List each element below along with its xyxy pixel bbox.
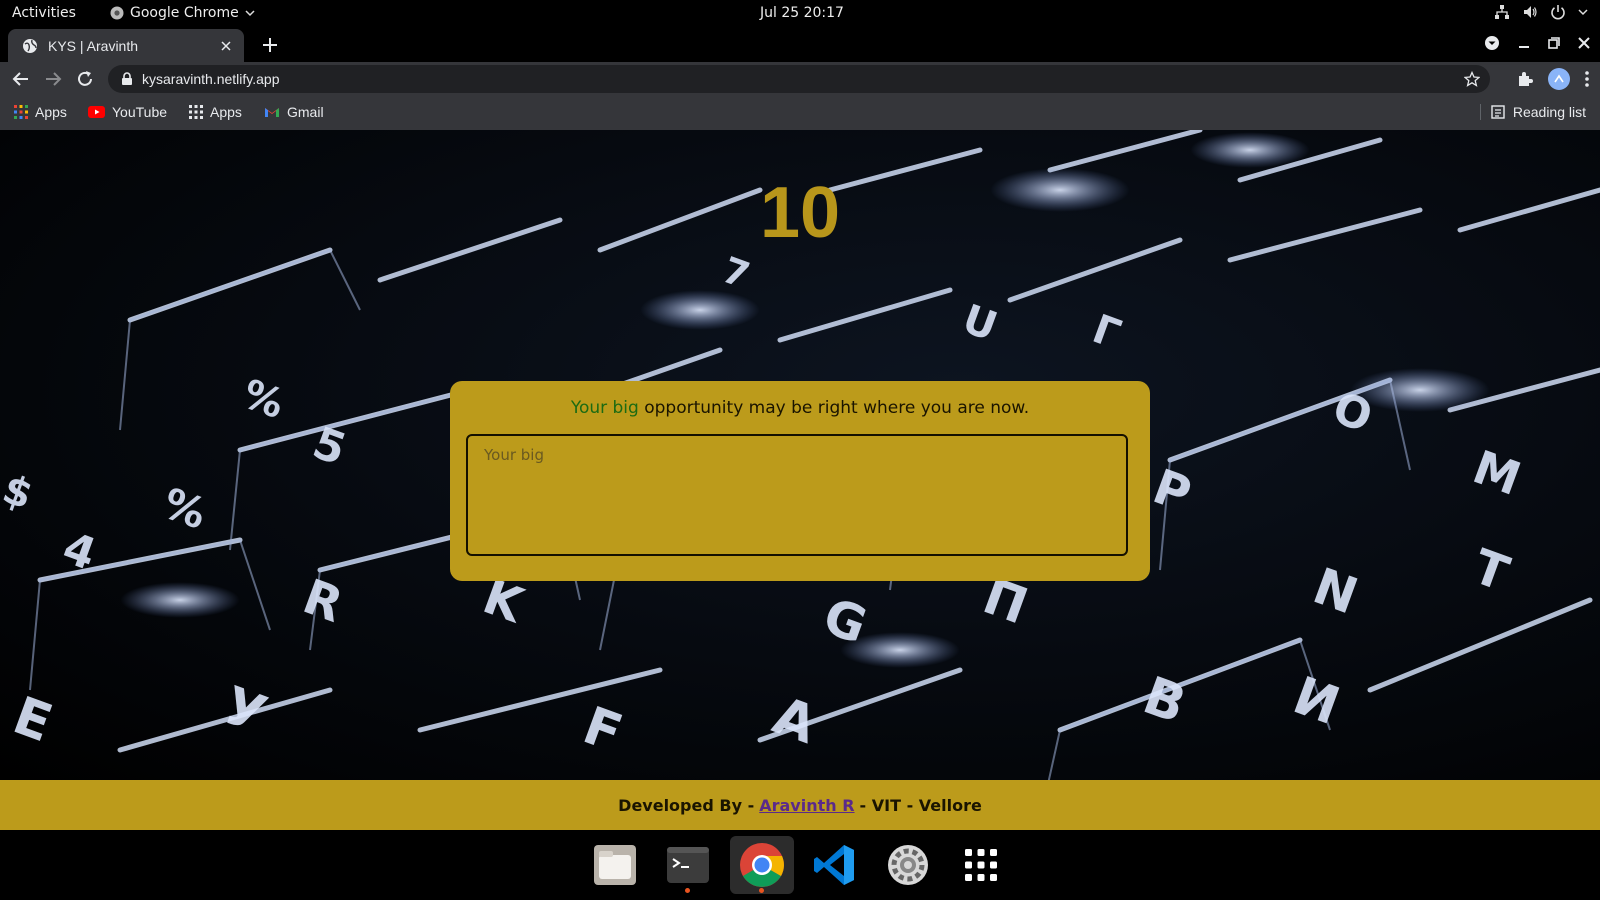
reading-list-icon — [1491, 105, 1505, 119]
profile-avatar[interactable] — [1548, 68, 1570, 90]
bookmark-label: Apps — [35, 104, 67, 120]
reading-list-button[interactable]: Reading list — [1479, 104, 1586, 120]
typing-input-text: Your big — [484, 446, 544, 464]
globe-icon — [23, 38, 37, 53]
svg-text:И: И — [1286, 666, 1347, 737]
url-text[interactable]: kysaravinth.netlify.app — [142, 71, 279, 87]
youtube-icon — [88, 106, 105, 118]
system-top-bar: Activities Google Chrome Jul 25 20:17 — [0, 0, 1600, 27]
more-menu-icon[interactable] — [1584, 70, 1590, 88]
close-window-icon[interactable] — [1578, 37, 1590, 49]
new-tab-icon[interactable] — [260, 35, 280, 55]
chevron-down-icon — [1578, 9, 1588, 16]
power-icon — [1551, 5, 1565, 20]
svg-text:P: P — [1146, 459, 1198, 524]
chrome-icon — [740, 843, 784, 887]
quote-text: Your big opportunity may be right where … — [450, 398, 1150, 418]
svg-text:7: 7 — [717, 250, 755, 297]
lock-icon[interactable] — [120, 72, 134, 86]
svg-text:B: B — [1136, 666, 1194, 736]
svg-text:4: 4 — [56, 522, 102, 580]
bookmark-apps[interactable]: Apps — [14, 104, 67, 120]
close-icon[interactable] — [218, 38, 234, 54]
svg-text:%: % — [237, 371, 290, 428]
show-apps-icon — [965, 849, 997, 881]
quote-typed-portion: Your big — [570, 398, 639, 418]
bookmark-label: YouTube — [112, 104, 168, 120]
apps-grid-icon — [189, 105, 203, 119]
volume-icon — [1524, 6, 1537, 18]
svg-text:5: 5 — [306, 417, 352, 475]
apps-grid-icon — [14, 105, 28, 119]
browser-tab[interactable]: KYS | Aravinth — [8, 29, 244, 62]
dock-terminal[interactable] — [656, 836, 720, 894]
running-indicator — [685, 888, 690, 893]
svg-text:T: T — [1466, 539, 1516, 603]
tab-search-icon[interactable] — [1484, 35, 1500, 51]
running-indicator — [759, 888, 764, 893]
typing-input[interactable]: Your big — [466, 434, 1128, 556]
reload-icon[interactable] — [76, 70, 94, 88]
settings-icon — [888, 845, 928, 885]
svg-text:U: U — [957, 296, 1003, 350]
gmail-icon — [265, 108, 279, 117]
svg-text:$: $ — [0, 466, 38, 519]
app-menu-label: Google Chrome — [130, 5, 239, 21]
web-page: % 5 % 4 R K G П P N T M O F A B И У E $ … — [0, 130, 1600, 780]
address-bar[interactable]: kysaravinth.netlify.app — [108, 65, 1490, 93]
app-menu[interactable]: Google Chrome — [110, 5, 255, 21]
svg-text:R: R — [296, 569, 350, 634]
window-controls — [1484, 35, 1590, 51]
browser-toolbar: kysaravinth.netlify.app — [0, 62, 1600, 96]
countdown-timer: 10 — [759, 173, 841, 253]
dock-files[interactable] — [583, 836, 647, 894]
vscode-icon — [814, 845, 854, 885]
reading-list-label: Reading list — [1512, 104, 1586, 120]
typing-card: Your big opportunity may be right where … — [450, 381, 1150, 581]
svg-text:Г: Г — [1087, 306, 1127, 358]
bookmark-label: Apps — [210, 104, 242, 120]
restore-icon[interactable] — [1548, 37, 1560, 49]
chevron-down-icon — [245, 10, 255, 17]
forward-arrow-icon[interactable] — [44, 70, 62, 88]
developer-link[interactable]: Aravinth R — [759, 796, 854, 815]
files-icon — [594, 845, 636, 885]
back-arrow-icon[interactable] — [12, 70, 30, 88]
page-footer: Developed By - Aravinth R - VIT - Vellor… — [0, 780, 1600, 830]
svg-text:F: F — [576, 696, 630, 765]
system-menu[interactable] — [1494, 4, 1588, 20]
footer-suffix: - VIT - Vellore — [859, 795, 982, 815]
dock — [0, 830, 1600, 900]
tab-title: KYS | Aravinth — [48, 37, 139, 54]
svg-text:M: M — [1466, 440, 1527, 506]
dock-settings[interactable] — [876, 836, 940, 894]
dock-vscode[interactable] — [803, 836, 867, 894]
svg-text:N: N — [1306, 557, 1365, 626]
minimize-icon[interactable] — [1518, 37, 1530, 49]
network-icon — [1495, 5, 1509, 19]
svg-text:%: % — [157, 478, 213, 538]
dock-chrome[interactable] — [730, 836, 794, 894]
svg-text:E: E — [6, 686, 60, 755]
chrome-small-icon — [110, 6, 124, 20]
bookmark-star-icon[interactable] — [1464, 71, 1480, 87]
tab-strip: KYS | Aravinth — [0, 27, 1600, 62]
dock-show-apps[interactable] — [949, 836, 1013, 894]
svg-text:A: A — [766, 686, 824, 756]
bookmark-label: Gmail — [287, 104, 324, 120]
quote-remaining-portion: opportunity may be right where you are n… — [638, 398, 1030, 418]
svg-text:У: У — [216, 676, 274, 746]
bookmark-apps-2[interactable]: Apps — [189, 104, 242, 120]
toolbar-actions — [1516, 68, 1590, 90]
terminal-icon — [667, 847, 709, 883]
bookmarks-bar: Apps YouTube Apps Gmail Reading list — [0, 96, 1600, 130]
bookmark-gmail[interactable]: Gmail — [264, 104, 324, 120]
bookmark-youtube[interactable]: YouTube — [88, 104, 167, 120]
footer-prefix: Developed By - — [618, 795, 755, 815]
activities-button[interactable]: Activities — [12, 5, 76, 21]
extensions-icon[interactable] — [1516, 70, 1534, 88]
clock[interactable]: Jul 25 20:17 — [760, 5, 844, 21]
